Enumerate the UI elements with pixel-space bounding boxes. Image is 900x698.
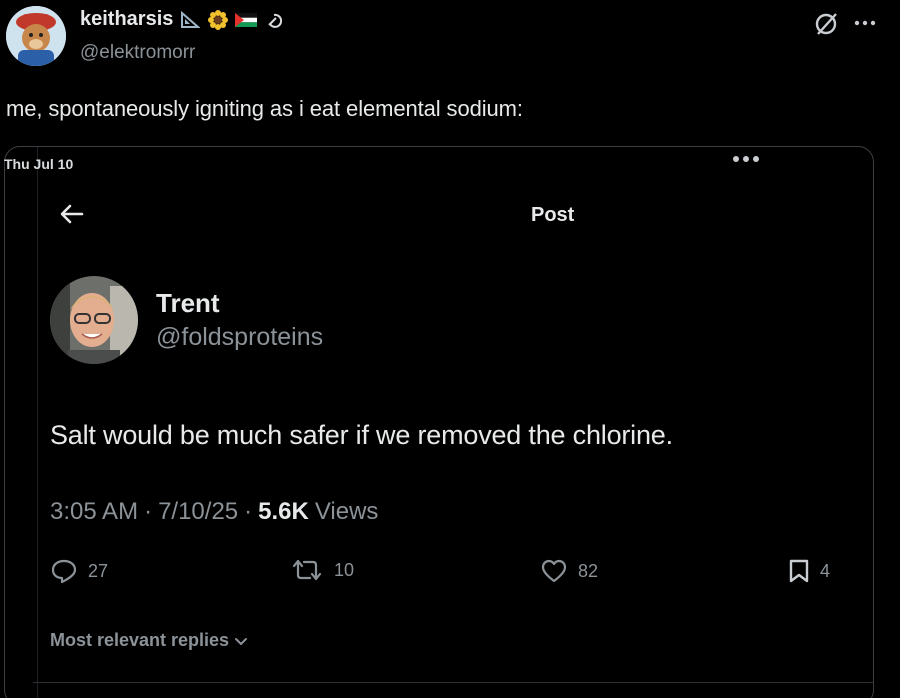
embedded-post-text: Salt would be much safer if we removed t… (50, 420, 673, 450)
reply-count: 27 (88, 560, 109, 581)
hammer-sickle-icon (263, 10, 285, 30)
reply-button[interactable]: 27 (50, 558, 108, 584)
embedded-author-handle[interactable]: @foldsproteins (156, 323, 323, 352)
replies-filter-dropdown[interactable]: Most relevant replies (50, 630, 249, 651)
divider (33, 682, 873, 683)
more-icon[interactable] (728, 151, 764, 169)
bookmark-icon (789, 559, 809, 583)
ruler-triangle-icon (179, 10, 201, 30)
post-header-actions (814, 10, 876, 36)
embedded-author-avatar[interactable] (50, 276, 138, 364)
views-count: 5.6K (258, 498, 309, 525)
separator: · (244, 498, 253, 525)
palestine-flag-icon (235, 10, 258, 30)
divider (37, 147, 38, 698)
author-avatar[interactable] (6, 6, 66, 66)
views-label: Views (314, 498, 379, 525)
repost-button[interactable]: 10 (290, 558, 354, 582)
post-text: me, spontaneously igniting as i eat elem… (6, 96, 523, 121)
more-icon[interactable] (854, 20, 876, 26)
heart-icon (541, 559, 567, 583)
post-date[interactable]: 7/10/25 (158, 498, 238, 526)
author-handle[interactable]: @elektromorr (80, 42, 195, 64)
display-name[interactable]: keitharsis (80, 8, 173, 31)
repost-icon (292, 559, 322, 581)
like-count: 82 (578, 560, 599, 581)
bookmark-button[interactable]: 4 (788, 558, 830, 584)
bookmark-count: 4 (820, 560, 831, 581)
post-meta: 3:05 AM · 7/10/25 · 5.6K Views (50, 498, 378, 526)
like-button[interactable]: 82 (540, 558, 598, 584)
repost-count: 10 (334, 559, 355, 580)
separator: · (144, 498, 153, 525)
back-arrow-icon[interactable] (58, 200, 86, 233)
page-title: Post (531, 204, 575, 226)
author-name-row: keitharsis (80, 8, 285, 31)
chevron-down-icon (235, 637, 248, 645)
embedded-author-name[interactable]: Trent (156, 288, 220, 319)
grok-icon[interactable] (814, 10, 840, 36)
replies-filter-label: Most relevant replies (50, 630, 230, 650)
embed-date: Thu Jul 10 (4, 156, 74, 172)
sunflower-icon (207, 9, 229, 30)
reply-icon (51, 559, 77, 584)
post-time[interactable]: 3:05 AM (50, 498, 138, 526)
